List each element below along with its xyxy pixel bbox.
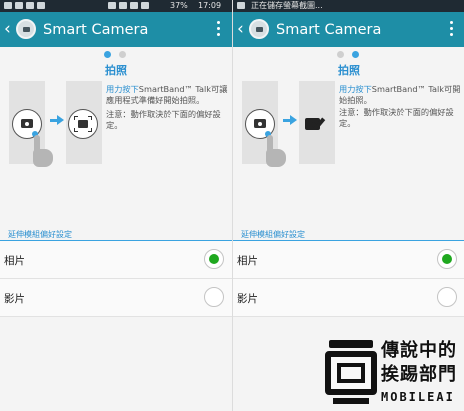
action-bar: ‹ Smart Camera [233, 12, 464, 47]
overflow-menu-icon[interactable] [217, 21, 220, 38]
page-dot-2 [352, 51, 359, 58]
description-highlight: 用力按下 [339, 84, 372, 94]
page-dot-2 [119, 51, 126, 58]
preference-list: 相片 影片 [0, 241, 232, 317]
option-photo[interactable]: 相片 [0, 241, 232, 279]
watermark-line-2: 挨踢部門 [381, 364, 457, 385]
list-background [0, 317, 232, 411]
clock: 17:09 [198, 1, 222, 10]
status-bar: 正在儲存螢幕截圖... [233, 0, 464, 12]
app-logo-icon[interactable] [249, 19, 269, 39]
tutorial-note: 注意：動作取決於下面的偏好設定。 [106, 109, 221, 130]
action-bar: ‹ Smart Camera [0, 12, 232, 47]
overflow-menu-icon[interactable] [450, 21, 453, 38]
page-indicator [104, 51, 134, 59]
camera-check-icon [305, 114, 329, 134]
system-icons [108, 0, 152, 12]
tutorial-description: 用力按下SmartBand™ Talk可開始拍照。 [339, 84, 461, 105]
watermark: 傳說中的 挨踢部門 MOBILEAI [325, 336, 464, 411]
press-hand-icon [264, 135, 286, 167]
back-chevron-icon[interactable]: ‹ [4, 18, 11, 40]
app-title: Smart Camera [43, 22, 149, 38]
section-title: 延伸模組偏好設定 [8, 230, 72, 239]
tutorial-heading: 拍照 [338, 64, 360, 77]
watermark-line-3: MOBILEAI [381, 390, 455, 404]
description-highlight: 用力按下 [106, 84, 139, 94]
screen-left: 37% 17:09 ‹ Smart Camera 拍照 用力按下SmartBan… [0, 0, 232, 411]
arrow-right-icon [50, 115, 64, 125]
option-label: 相片 [237, 255, 258, 267]
option-video[interactable]: 影片 [0, 279, 232, 317]
app-logo-icon[interactable] [16, 19, 36, 39]
page-dot-1 [337, 51, 344, 58]
tutorial-page[interactable]: 拍照 用力按下SmartBand™ Talk可讓應用程式準備好開始拍照。 注意：… [0, 47, 232, 229]
watermark-line-1: 傳說中的 [381, 340, 457, 361]
status-bar: 37% 17:09 [0, 0, 232, 12]
press-hand-icon [31, 135, 53, 167]
option-label: 影片 [237, 293, 258, 305]
watermark-logo-icon [325, 340, 377, 406]
radio-button-selected[interactable] [204, 249, 224, 269]
radio-button-selected[interactable] [437, 249, 457, 269]
app-title: Smart Camera [276, 22, 382, 38]
section-title: 延伸模組偏好設定 [241, 230, 305, 239]
notification-icons [4, 0, 48, 12]
tutorial-heading: 拍照 [105, 64, 127, 77]
page-dot-1 [104, 51, 111, 58]
battery-level: 37% [170, 1, 188, 10]
radio-button[interactable] [204, 287, 224, 307]
notification-text: 正在儲存螢幕截圖... [251, 1, 323, 10]
tutorial-page[interactable]: 拍照 用力按下SmartBand™ Talk可開始拍照。 注意：動作取決於下面的… [233, 47, 464, 229]
option-video[interactable]: 影片 [233, 279, 464, 317]
back-chevron-icon[interactable]: ‹ [237, 18, 244, 40]
option-photo[interactable]: 相片 [233, 241, 464, 279]
arrow-right-icon [283, 115, 297, 125]
tutorial-note: 注意：動作取決於下面的偏好設定。 [339, 107, 454, 128]
radio-button[interactable] [437, 287, 457, 307]
notification-icons [237, 0, 248, 12]
preference-list: 相片 影片 [233, 241, 464, 317]
page-indicator [337, 51, 367, 59]
option-label: 相片 [4, 255, 25, 267]
camera-focus-icon [68, 109, 98, 139]
option-label: 影片 [4, 293, 25, 305]
tutorial-description: 用力按下SmartBand™ Talk可讓應用程式準備好開始拍照。 [106, 84, 228, 105]
